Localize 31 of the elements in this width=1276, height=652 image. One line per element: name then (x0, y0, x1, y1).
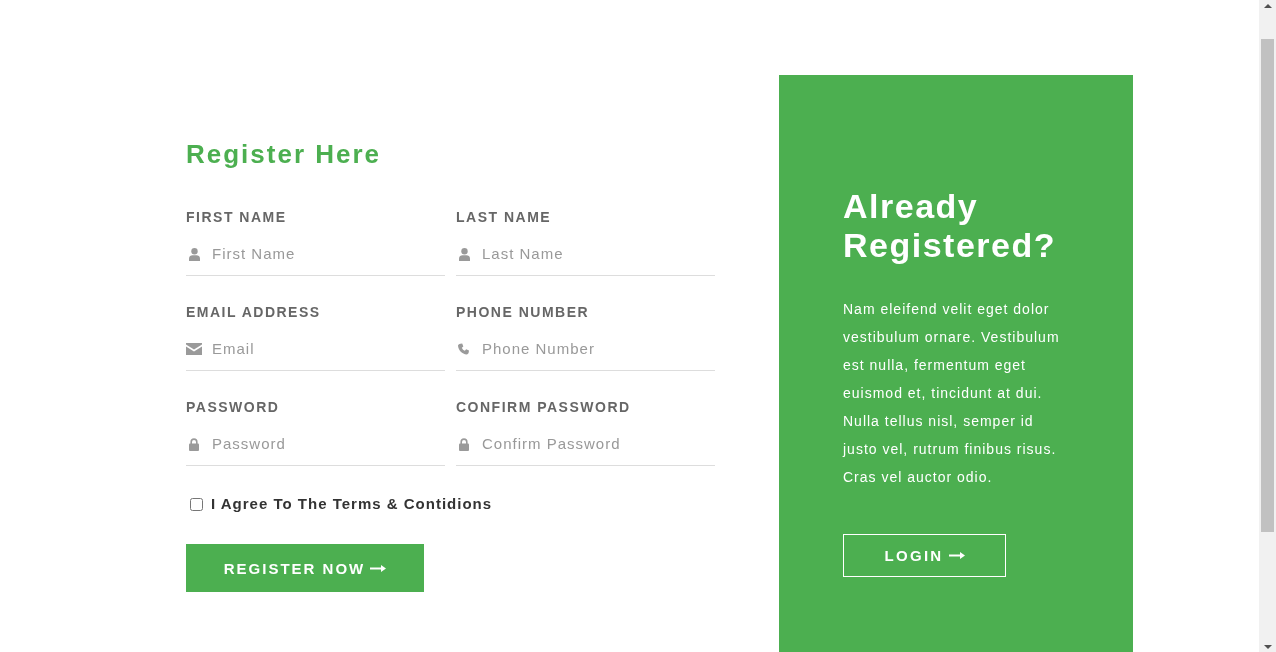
terms-checkbox[interactable] (190, 497, 203, 511)
lock-icon (459, 437, 469, 451)
lock-icon (189, 437, 199, 451)
input-field[interactable]: Email (212, 340, 445, 358)
phone-icon (458, 343, 469, 355)
login-button[interactable]: LOGIN (843, 534, 1006, 577)
user-icon (189, 247, 200, 261)
scrollbar-thumb[interactable] (1261, 39, 1274, 532)
envelope-icon (186, 343, 202, 355)
arrow-right-icon (948, 552, 965, 559)
user-icon (459, 247, 470, 261)
scroll-down-icon[interactable] (1263, 645, 1272, 649)
input-field[interactable]: Last Name (482, 245, 715, 263)
register-button[interactable]: REGISTER NOW (186, 544, 424, 592)
field-label: PHONE NUMBER (456, 304, 591, 321)
terms-label[interactable]: I Agree To The Terms & Contidions (211, 494, 493, 514)
field-label: FIRST NAME (186, 209, 288, 226)
input-field[interactable]: Confirm Password (482, 435, 715, 453)
panel-heading: Already Registered? (843, 187, 1057, 265)
input-field[interactable]: Phone Number (482, 340, 715, 358)
field-label: PASSWORD (186, 399, 281, 416)
field-label: EMAIL ADDRESS (186, 304, 322, 321)
scrollbar[interactable] (1259, 0, 1276, 652)
field-label: LAST NAME (456, 209, 553, 226)
input-field[interactable]: Password (212, 435, 445, 453)
panel-text: Nam eleifend velit eget dolor vestibulum ornare. Vestibulum est nulla, fermentum eget euismod et, tincidunt at dui. Nulla tellus nisl, semper id justo vel, rutrum finibus risus. Cras vel auctor odio. (843, 300, 1061, 487)
input-field[interactable]: First Name (212, 245, 445, 263)
arrow-right-icon (370, 564, 387, 572)
field-label: CONFIRM PASSWORD (456, 399, 632, 416)
form-title: Register Here (186, 139, 383, 169)
scroll-up-icon[interactable] (1263, 4, 1272, 8)
